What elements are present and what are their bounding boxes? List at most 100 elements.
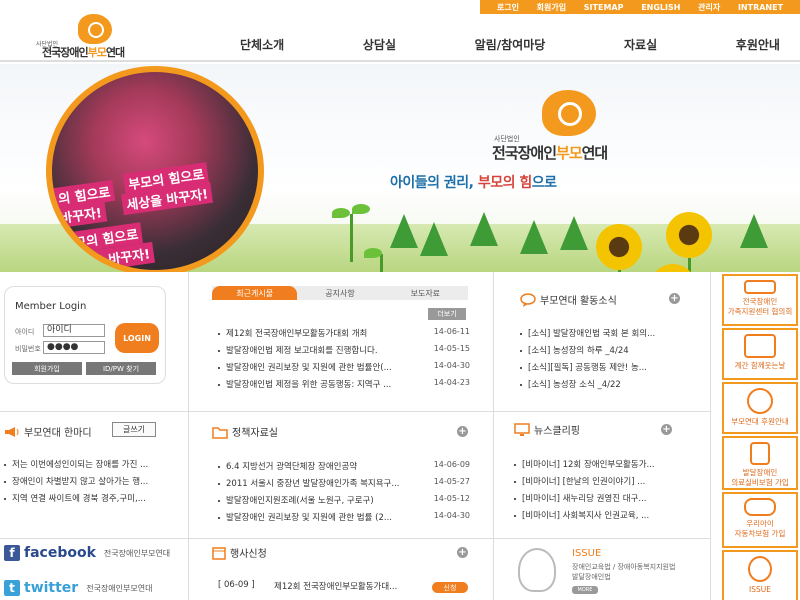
quick-issue[interactable]: ISSUE <box>722 550 798 600</box>
quick-donate[interactable]: 부모연대 후원안내 <box>722 382 798 434</box>
util-english-link[interactable]: ENGLISH <box>641 3 680 12</box>
activity-more-icon[interactable]: + <box>669 293 680 304</box>
list-item[interactable]: [비마이너] [한날의 인권이야기] ... <box>514 475 694 492</box>
list-item[interactable]: [소식][필독] 공동행동 제안! 농... <box>520 361 690 378</box>
list-item[interactable]: 2011 서울시 중장년 발달장애인가족 복지욕구... 14-05-27 <box>218 477 470 494</box>
apply-button[interactable]: 신청 <box>432 582 468 593</box>
list-item[interactable]: 발달장애인 권리보장 및 지원에 관한 법률안(... 14-04-30 <box>218 361 470 378</box>
quick-medical-insurance[interactable]: 발달장애인 의료실비보험 가입 <box>722 436 798 490</box>
list-item[interactable]: 발달장애인법 제정 보고대회를 진행합니다. 14-05-15 <box>218 344 470 361</box>
quick-family-center[interactable]: 전국장애인 가족지원센터 협의회 <box>722 274 798 326</box>
hero-logo-icon <box>542 90 596 136</box>
column-divider <box>710 272 711 600</box>
twitter-link[interactable]: t twitter 전국장애인부모연대 <box>4 580 152 596</box>
list-item[interactable]: [비마이너] 사회복지사 인권교육, ... <box>514 509 694 526</box>
news-list: [비마이너] 12회 장애인부모활동가... [비마이너] [한날의 인권이야기… <box>514 458 694 526</box>
nav-item-archive[interactable]: 자료실 <box>624 36 657 53</box>
list-item[interactable]: 제12회 전국장애인부모활동가대회 개최 14-06-11 <box>218 327 470 344</box>
event-more-icon[interactable]: + <box>457 547 468 558</box>
list-item[interactable]: [소식] 발달장애인법 국회 본 회의... <box>520 327 690 344</box>
sign-icon <box>744 280 776 294</box>
policy-list: 6.4 지방선거 광역단체장 장애인공약 14-06-09 2011 서울시 중장… <box>218 460 470 528</box>
password-label: 비밀번호 <box>15 345 41 353</box>
site-logo[interactable]: 사단법인 전국장애인부모연대 <box>28 14 148 60</box>
util-join-link[interactable]: 회원가입 <box>537 2 566 13</box>
list-item[interactable]: [소식] 농성장의 하루 _4/24 <box>520 344 690 361</box>
login-title: Member Login <box>15 301 87 312</box>
join-button[interactable]: 회원가입 <box>12 362 82 375</box>
utility-menu: 로그인 회원가입 SITEMAP ENGLISH 관리자 INTRANET <box>480 0 800 14</box>
util-intranet-link[interactable]: INTRANET <box>738 3 783 12</box>
issue-line[interactable]: 발달장애인법 <box>572 572 611 582</box>
lightbulb-icon <box>748 556 772 582</box>
id-input[interactable]: 아이디 <box>43 324 105 337</box>
find-id-pw-button[interactable]: ID/PW 찾기 <box>86 362 156 375</box>
tree-icon <box>470 212 498 246</box>
logo-name: 전국장애인부모연대 <box>42 46 125 59</box>
tab-recent[interactable]: 최근게시물 <box>212 286 298 300</box>
policy-title: 정책자료실 <box>212 424 278 439</box>
util-admin-link[interactable]: 관리자 <box>698 2 720 13</box>
tree-icon <box>740 214 768 248</box>
password-input[interactable]: ●●●● <box>43 341 105 354</box>
list-item[interactable]: 발달장애인지원조례(서울 노원구, 구로구) 14-05-12 <box>218 494 470 511</box>
rally-photo: 부모의 힘으로 세상을 바꾸자! 의 힘으로 바꾸자! 부모의 힘으로 세상을 … <box>46 66 264 272</box>
list-item[interactable]: [비마이너] 새누리당 권영진 대구... <box>514 492 694 509</box>
list-item[interactable]: 발달장애인법 제정을 위한 공동행동: 지역구 ... 14-04-23 <box>218 378 470 395</box>
sprout-icon <box>332 208 350 218</box>
person-icon <box>750 442 770 465</box>
row-divider <box>0 411 710 412</box>
event-date: [ 06-09 ] <box>218 580 255 590</box>
list-item[interactable]: [소식] 농성장 소식 _4/22 <box>520 378 690 395</box>
issue-more-button[interactable]: MORE <box>572 586 598 594</box>
quick-magazine[interactable]: 계간 함께웃는날 <box>722 328 798 380</box>
quick-car-insurance[interactable]: 우리아이 자동차보험 가입 <box>722 492 798 548</box>
news-more-icon[interactable]: + <box>661 424 672 435</box>
activity-title: 부모연대 활동소식 <box>520 292 617 307</box>
monitor-icon <box>514 422 530 436</box>
list-item[interactable]: 6.4 지방선거 광역단체장 장애인공약 14-06-09 <box>218 460 470 477</box>
folder-icon <box>212 426 228 439</box>
oneword-title: 부모연대 한마디 <box>4 424 92 439</box>
nav-item-donate[interactable]: 후원안내 <box>736 36 780 53</box>
policy-more-icon[interactable]: + <box>457 426 468 437</box>
logo-mark-icon <box>78 14 112 44</box>
speech-bubble-icon <box>520 292 536 307</box>
tab-press[interactable]: 보도자료 <box>383 286 468 300</box>
list-item[interactable]: 장애인이 차별받지 않고 살아가는 행... <box>4 475 184 492</box>
column-divider <box>188 272 189 600</box>
hero-banner: 부모의 힘으로 세상을 바꾸자! 의 힘으로 바꾸자! 부모의 힘으로 세상을 … <box>0 64 800 272</box>
list-item[interactable]: [비마이너] 12회 장애인부모활동가... <box>514 458 694 475</box>
tree-icon <box>560 216 588 250</box>
list-item[interactable]: 지역 연결 싸이트에 경북 경주,구미,... <box>4 492 184 509</box>
nav-item-notice[interactable]: 알림/참여마당 <box>475 36 546 53</box>
tab-notice[interactable]: 공지사항 <box>297 286 382 300</box>
column-divider <box>493 272 494 600</box>
util-login-link[interactable]: 로그인 <box>497 2 519 13</box>
nav-item-counsel[interactable]: 상담실 <box>363 36 396 53</box>
issue-line[interactable]: 장애인교육법 / 장애아동복지지원법 <box>572 562 675 572</box>
login-button[interactable]: LOGIN <box>115 323 159 353</box>
board-list: 제12회 전국장애인부모활동가대회 개최 14-06-11 발달장애인법 제정 보… <box>218 327 470 395</box>
sprout-icon <box>352 204 370 214</box>
oneword-list: 저는 이번에성인이되는 장애를 가진 ... 장애인이 차별받지 않고 살아가는… <box>4 458 184 509</box>
id-label: 아이디 <box>15 328 35 336</box>
megaphone-icon <box>5 426 19 437</box>
list-item[interactable]: 발달장애인 권리보장 및 지원에 관한 법률 (2... 14-04-30 <box>218 511 470 528</box>
board-more-button[interactable]: 더보기 <box>428 308 466 320</box>
facebook-link[interactable]: f facebook 전국장애인부모연대 <box>4 545 170 561</box>
car-icon <box>744 498 776 516</box>
nav-item-about[interactable]: 단체소개 <box>240 36 284 53</box>
site-header: 사단법인 전국장애인부모연대 단체소개 상담실 알림/참여마당 자료실 후원안내 <box>0 14 800 62</box>
event-item[interactable]: 제12회 전국장애인부모활동가대... <box>274 580 397 592</box>
list-item[interactable]: 저는 이번에성인이되는 장애를 가진 ... <box>4 458 184 475</box>
sunflower-icon <box>666 212 712 258</box>
calendar-icon <box>212 546 226 560</box>
write-button[interactable]: 글쓰기 <box>112 422 156 437</box>
util-sitemap-link[interactable]: SITEMAP <box>584 3 624 12</box>
sunflower-icon <box>596 224 642 270</box>
lightbulb-icon <box>518 548 556 592</box>
twitter-icon: t <box>4 580 20 596</box>
hero-logo-name: 전국장애인부모연대 <box>492 144 608 162</box>
tree-icon <box>520 220 548 254</box>
